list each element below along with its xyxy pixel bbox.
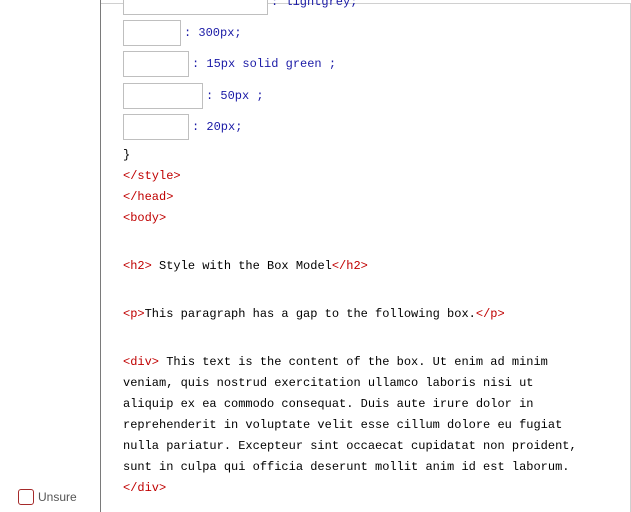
div-text-3: aliquip ex ea commodo consequat. Duis au…	[123, 397, 534, 411]
page: : lightgrey; : 300px; : 15px solid green…	[0, 0, 631, 512]
p-text: This paragraph has a gap to the followin…	[144, 307, 476, 321]
checkbox-icon[interactable]	[18, 489, 34, 505]
blank-input-4[interactable]	[123, 114, 189, 140]
blank-input-3[interactable]	[123, 83, 203, 109]
p-line: <p>This paragraph has a gap to the follo…	[123, 307, 505, 321]
div-text-5: nulla pariatur. Excepteur sint occaecat …	[123, 439, 577, 453]
h2-open-tag: <h2>	[123, 259, 152, 273]
css-row-4: : 20px;	[123, 114, 242, 140]
css-row-1-value: : 300px;	[184, 26, 242, 40]
partial-top-row: : lightgrey;	[123, 0, 357, 15]
unsure-checkbox[interactable]: Unsure	[18, 489, 77, 505]
head-close-tag: </head>	[123, 190, 174, 204]
style-close-tag: </style>	[123, 169, 181, 183]
div-text-2: veniam, quis nostrud exercitation ullamc…	[123, 376, 534, 390]
blank-input-partial[interactable]	[123, 0, 268, 15]
partial-top-value: : lightgrey;	[271, 0, 358, 9]
css-row-2-value: : 15px solid green ;	[192, 57, 337, 71]
blank-input-2[interactable]	[123, 51, 189, 77]
blank-input-1[interactable]	[123, 20, 181, 46]
div-text-6: sunt in culpa qui officia deserunt molli…	[123, 460, 570, 474]
div-close-tag: </div>	[123, 481, 167, 495]
css-row-2: : 15px solid green ;	[123, 51, 336, 77]
css-row-3: : 50px ;	[123, 83, 264, 109]
unsure-label: Unsure	[38, 490, 77, 504]
p-close-tag: </p>	[475, 307, 505, 321]
css-row-3-value: : 50px ;	[206, 89, 264, 103]
left-rail	[0, 0, 101, 512]
h2-line: <h2> Style with the Box Model</h2>	[123, 259, 368, 273]
h2-text: Style with the Box Model	[151, 259, 332, 273]
div-line-1: <div> This text is the content of the bo…	[123, 355, 548, 369]
close-brace: }	[123, 148, 131, 162]
body-open-tag: <body>	[123, 211, 167, 225]
css-row-1: : 300px;	[123, 20, 242, 46]
div-open-tag: <div>	[123, 355, 160, 369]
h2-close-tag: </h2>	[331, 259, 368, 273]
css-row-4-value: : 20px;	[192, 120, 243, 134]
p-open-tag: <p>	[123, 307, 145, 321]
div-text-4: reprehenderit in voluptate velit esse ci…	[123, 418, 563, 432]
div-text-1: This text is the content of the box. Ut …	[159, 355, 548, 369]
